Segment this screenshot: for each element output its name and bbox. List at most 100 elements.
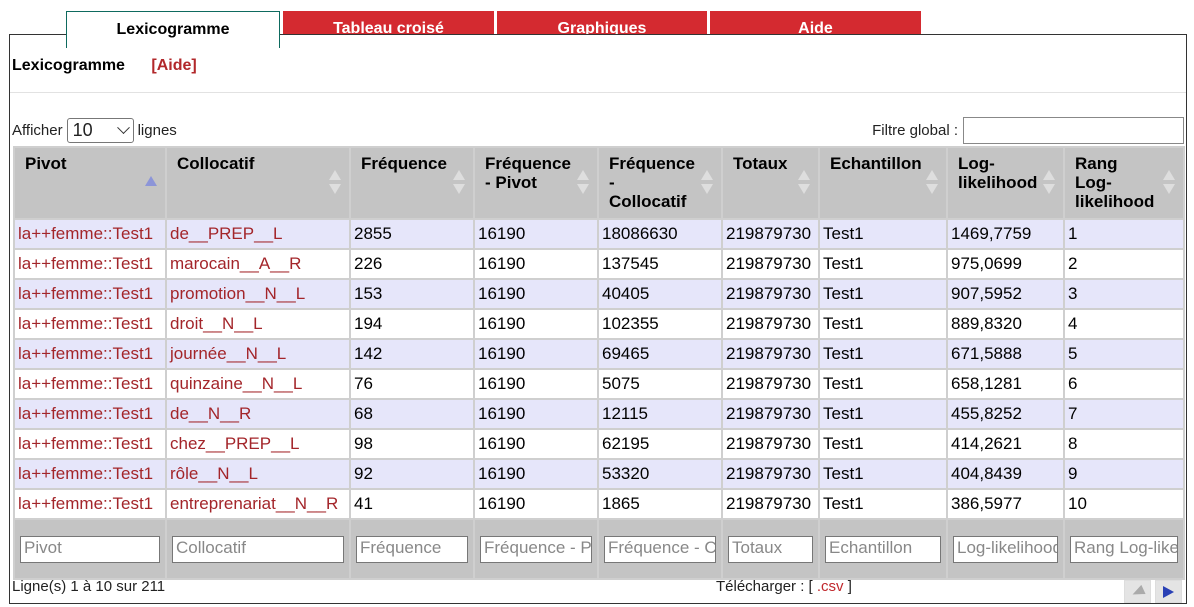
column-header[interactable]: Collocatif: [167, 148, 349, 218]
table-row: la++femme::Test1 droit__N__L 194 16190 10235…: [15, 310, 1183, 338]
table-cell[interactable]: la++femme::Test1: [15, 340, 165, 368]
table-cell: 142: [351, 340, 473, 368]
sort-icon: [926, 170, 938, 198]
column-filter-cell: Log-likelihood: [948, 520, 1063, 578]
table-row: la++femme::Test1 de__N__R 68 16190 12115 2198…: [15, 400, 1183, 428]
length-value: 10: [72, 120, 93, 140]
length-select[interactable]: 10: [66, 118, 134, 143]
column-filter-input[interactable]: Log-likelihood: [953, 535, 1058, 563]
table-cell: 5: [1065, 340, 1183, 368]
table-cell: Test1: [820, 400, 946, 428]
column-header-label: Fréquence - Pivot: [485, 154, 571, 192]
next-page-button[interactable]: [1155, 580, 1182, 603]
table-cell: 153: [351, 280, 473, 308]
table-cell[interactable]: la++femme::Test1: [15, 250, 165, 278]
table-cell: 41: [351, 490, 473, 518]
arrow-right-icon: [1163, 585, 1174, 598]
sort-icon: [1043, 170, 1055, 198]
table-cell: 16190: [475, 400, 597, 428]
column-header-label: Collocatif: [177, 154, 255, 173]
divider: [10, 92, 1186, 93]
table-row: la++femme::Test1 journée__N__L 142 16190 694…: [15, 340, 1183, 368]
table-cell: 1865: [599, 490, 721, 518]
table-cell[interactable]: marocain__A__R: [167, 250, 349, 278]
table-cell: 219879730: [723, 220, 818, 248]
column-header[interactable]: Totaux: [723, 148, 818, 218]
column-filter-input[interactable]: Fréquence - Collocatif: [604, 535, 716, 563]
table-cell[interactable]: la++femme::Test1: [15, 280, 165, 308]
table-cell[interactable]: droit__N__L: [167, 310, 349, 338]
column-filter-input[interactable]: Fréquence: [356, 535, 468, 563]
table-cell: 102355: [599, 310, 721, 338]
table-cell: 9: [1065, 460, 1183, 488]
csv-download-link[interactable]: .csv: [813, 578, 844, 595]
table-cell: 219879730: [723, 310, 818, 338]
table-cell: 219879730: [723, 280, 818, 308]
table-cell: Test1: [820, 280, 946, 308]
table-cell: 4: [1065, 310, 1183, 338]
table-cell: 226: [351, 250, 473, 278]
column-header[interactable]: Echantillon: [820, 148, 946, 218]
column-header[interactable]: Fréquence - Collocatif: [599, 148, 721, 218]
table-cell: Test1: [820, 340, 946, 368]
table-cell[interactable]: la++femme::Test1: [15, 430, 165, 458]
column-filter-cell: Fréquence - Collocatif: [599, 520, 721, 578]
table-cell[interactable]: promotion__N__L: [167, 280, 349, 308]
table-cell: 219879730: [723, 400, 818, 428]
table-cell: 98: [351, 430, 473, 458]
column-header[interactable]: Pivot: [15, 148, 165, 218]
table-cell[interactable]: chez__PREP__L: [167, 430, 349, 458]
table-cell[interactable]: quinzaine__N__L: [167, 370, 349, 398]
download-area: Télécharger : [ .csv ]: [716, 578, 852, 595]
sort-icon: [798, 170, 810, 198]
table-cell: 16190: [475, 280, 597, 308]
table-cell: 671,5888: [948, 340, 1063, 368]
table-cell[interactable]: la++femme::Test1: [15, 220, 165, 248]
table-cell[interactable]: de__N__R: [167, 400, 349, 428]
column-filter-input[interactable]: Pivot: [20, 535, 160, 563]
table-cell[interactable]: journée__N__L: [167, 340, 349, 368]
table-cell: 16190: [475, 250, 597, 278]
column-header-label: Echantillon: [830, 154, 922, 173]
table-cell: Test1: [820, 460, 946, 488]
column-filter-input[interactable]: Totaux: [728, 535, 813, 563]
column-filter-row: Pivot Collocatif Fréquence Fréquence - Pivo…: [15, 520, 1183, 578]
table-cell[interactable]: de__PREP__L: [167, 220, 349, 248]
table-cell[interactable]: la++femme::Test1: [15, 400, 165, 428]
column-header[interactable]: Fréquence - Pivot: [475, 148, 597, 218]
table-cell[interactable]: entreprenariat__N__R: [167, 490, 349, 518]
table-cell: 219879730: [723, 370, 818, 398]
column-header[interactable]: Log-likelihood: [948, 148, 1063, 218]
column-filter-input[interactable]: Collocatif: [172, 535, 344, 563]
arrow-left-icon: [1129, 584, 1146, 599]
table-cell: 76: [351, 370, 473, 398]
table-cell: 194: [351, 310, 473, 338]
column-filter-input[interactable]: Rang Log-likelihood: [1070, 535, 1178, 563]
global-filter: Filtre global :: [872, 117, 1184, 144]
column-filter-cell: Collocatif: [167, 520, 349, 578]
column-header-label: Totaux: [733, 154, 788, 173]
global-filter-input[interactable]: [963, 117, 1184, 144]
column-header[interactable]: Rang Log-likelihood: [1065, 148, 1183, 218]
column-header-label: Pivot: [25, 154, 67, 173]
table-cell[interactable]: la++femme::Test1: [15, 490, 165, 518]
table-cell: 16190: [475, 370, 597, 398]
table-cell: Test1: [820, 250, 946, 278]
table-cell: 16190: [475, 340, 597, 368]
table-cell[interactable]: la++femme::Test1: [15, 310, 165, 338]
previous-page-button[interactable]: [1124, 580, 1151, 603]
table-cell[interactable]: la++femme::Test1: [15, 460, 165, 488]
help-link[interactable]: [Aide]: [151, 57, 196, 74]
table-cell[interactable]: la++femme::Test1: [15, 370, 165, 398]
table-cell: 8: [1065, 430, 1183, 458]
sort-icon: [329, 170, 341, 198]
tab-lexicogramme[interactable]: Lexicogramme: [66, 11, 280, 48]
column-filter-input[interactable]: Echantillon: [825, 535, 941, 563]
table-cell[interactable]: rôle__N__L: [167, 460, 349, 488]
sort-ascending-icon: [145, 170, 157, 198]
table-cell: 40405: [599, 280, 721, 308]
column-filter-input[interactable]: Fréquence - Pivot: [480, 535, 592, 563]
table-cell: 219879730: [723, 430, 818, 458]
table-cell: 16190: [475, 430, 597, 458]
column-header[interactable]: Fréquence: [351, 148, 473, 218]
